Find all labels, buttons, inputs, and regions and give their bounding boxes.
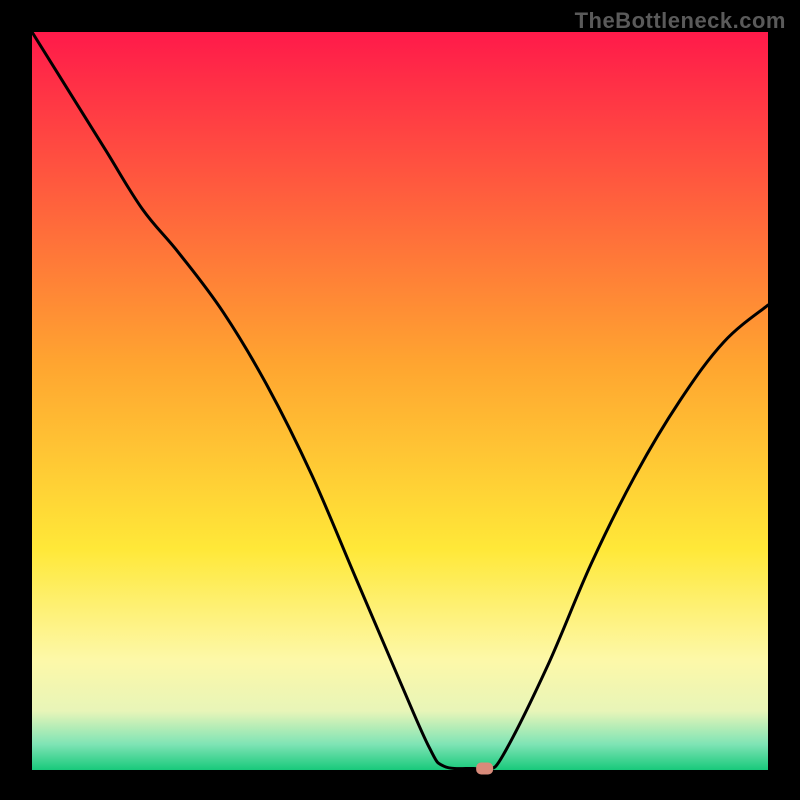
bottleneck-chart — [0, 0, 800, 800]
chart-container: TheBottleneck.com — [0, 0, 800, 800]
minimum-marker — [476, 763, 493, 775]
watermark-text: TheBottleneck.com — [575, 8, 786, 34]
plot-area — [32, 32, 768, 770]
